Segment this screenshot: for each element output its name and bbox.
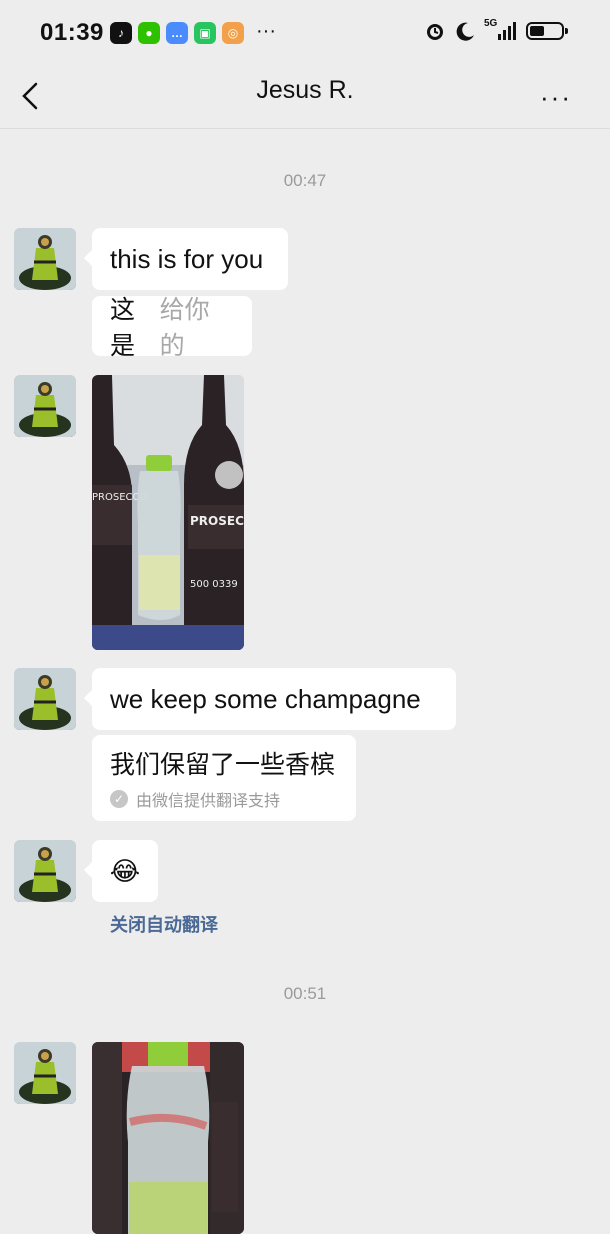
avatar[interactable] xyxy=(14,228,76,290)
message-text-muted: 给你的 xyxy=(159,296,210,360)
message-text: we keep some champagne xyxy=(110,683,421,714)
more-options-icon[interactable]: ··· xyxy=(540,82,572,113)
close-auto-translate-link[interactable]: 关闭自动翻译 xyxy=(110,911,218,937)
translation-note: ✓ 由微信提供翻译支持 xyxy=(110,787,280,811)
search-app-icon: ◎ xyxy=(222,22,244,44)
iqiyi-icon: ▣ xyxy=(194,22,216,44)
chat-title: Jesus R. xyxy=(256,76,354,104)
alarm-icon xyxy=(427,24,443,40)
chat-header: Jesus R. ··· xyxy=(0,64,610,129)
system-icons: 5G xyxy=(424,18,568,42)
translation-note-text: 由微信提供翻译支持 xyxy=(136,793,281,810)
wechat-icon: ● xyxy=(138,22,160,44)
photo-message[interactable] xyxy=(92,1042,244,1234)
bottle-label: PROSECCO xyxy=(190,514,244,528)
avatar[interactable] xyxy=(14,1042,76,1104)
status-bar: 01:39 ♪ ● … ▣ ◎ ··· 5G xyxy=(0,0,610,64)
timestamp: 00:47 xyxy=(283,171,327,190)
more-notifications-icon: ··· xyxy=(256,20,276,42)
check-icon: ✓ xyxy=(110,790,128,808)
message-text: this is for you xyxy=(110,243,264,274)
message-text: 这是 xyxy=(110,296,136,360)
messages-icon: … xyxy=(166,22,188,44)
notification-icons: ♪ ● … ▣ ◎ xyxy=(110,22,244,44)
bottle-code: 500 0339 xyxy=(190,579,238,590)
message-bubble[interactable]: 😂 xyxy=(84,840,158,902)
message-bubble[interactable]: 这是 给你的 xyxy=(92,296,252,360)
tiktok-icon: ♪ xyxy=(110,22,132,44)
laughing-emoji-icon: 😂 xyxy=(109,855,141,886)
message-bubble[interactable]: 我们保留了一些香槟 ✓ 由微信提供翻译支持 xyxy=(92,735,356,821)
avatar[interactable] xyxy=(14,840,76,902)
signal-icon: 5G xyxy=(484,18,518,42)
battery-icon xyxy=(526,22,568,40)
timestamp: 00:51 xyxy=(283,984,327,1003)
message-bubble[interactable]: we keep some champagne xyxy=(84,668,456,730)
message-bubble[interactable]: this is for you xyxy=(84,228,288,290)
photo-message[interactable]: PROSECCO PROSECCO 500 0339 xyxy=(92,375,244,650)
avatar[interactable] xyxy=(14,668,76,730)
avatar[interactable] xyxy=(14,375,76,437)
moon-icon xyxy=(456,22,474,41)
message-text: 我们保留了一些香槟 xyxy=(110,751,336,779)
status-time: 01:39 xyxy=(40,19,104,46)
